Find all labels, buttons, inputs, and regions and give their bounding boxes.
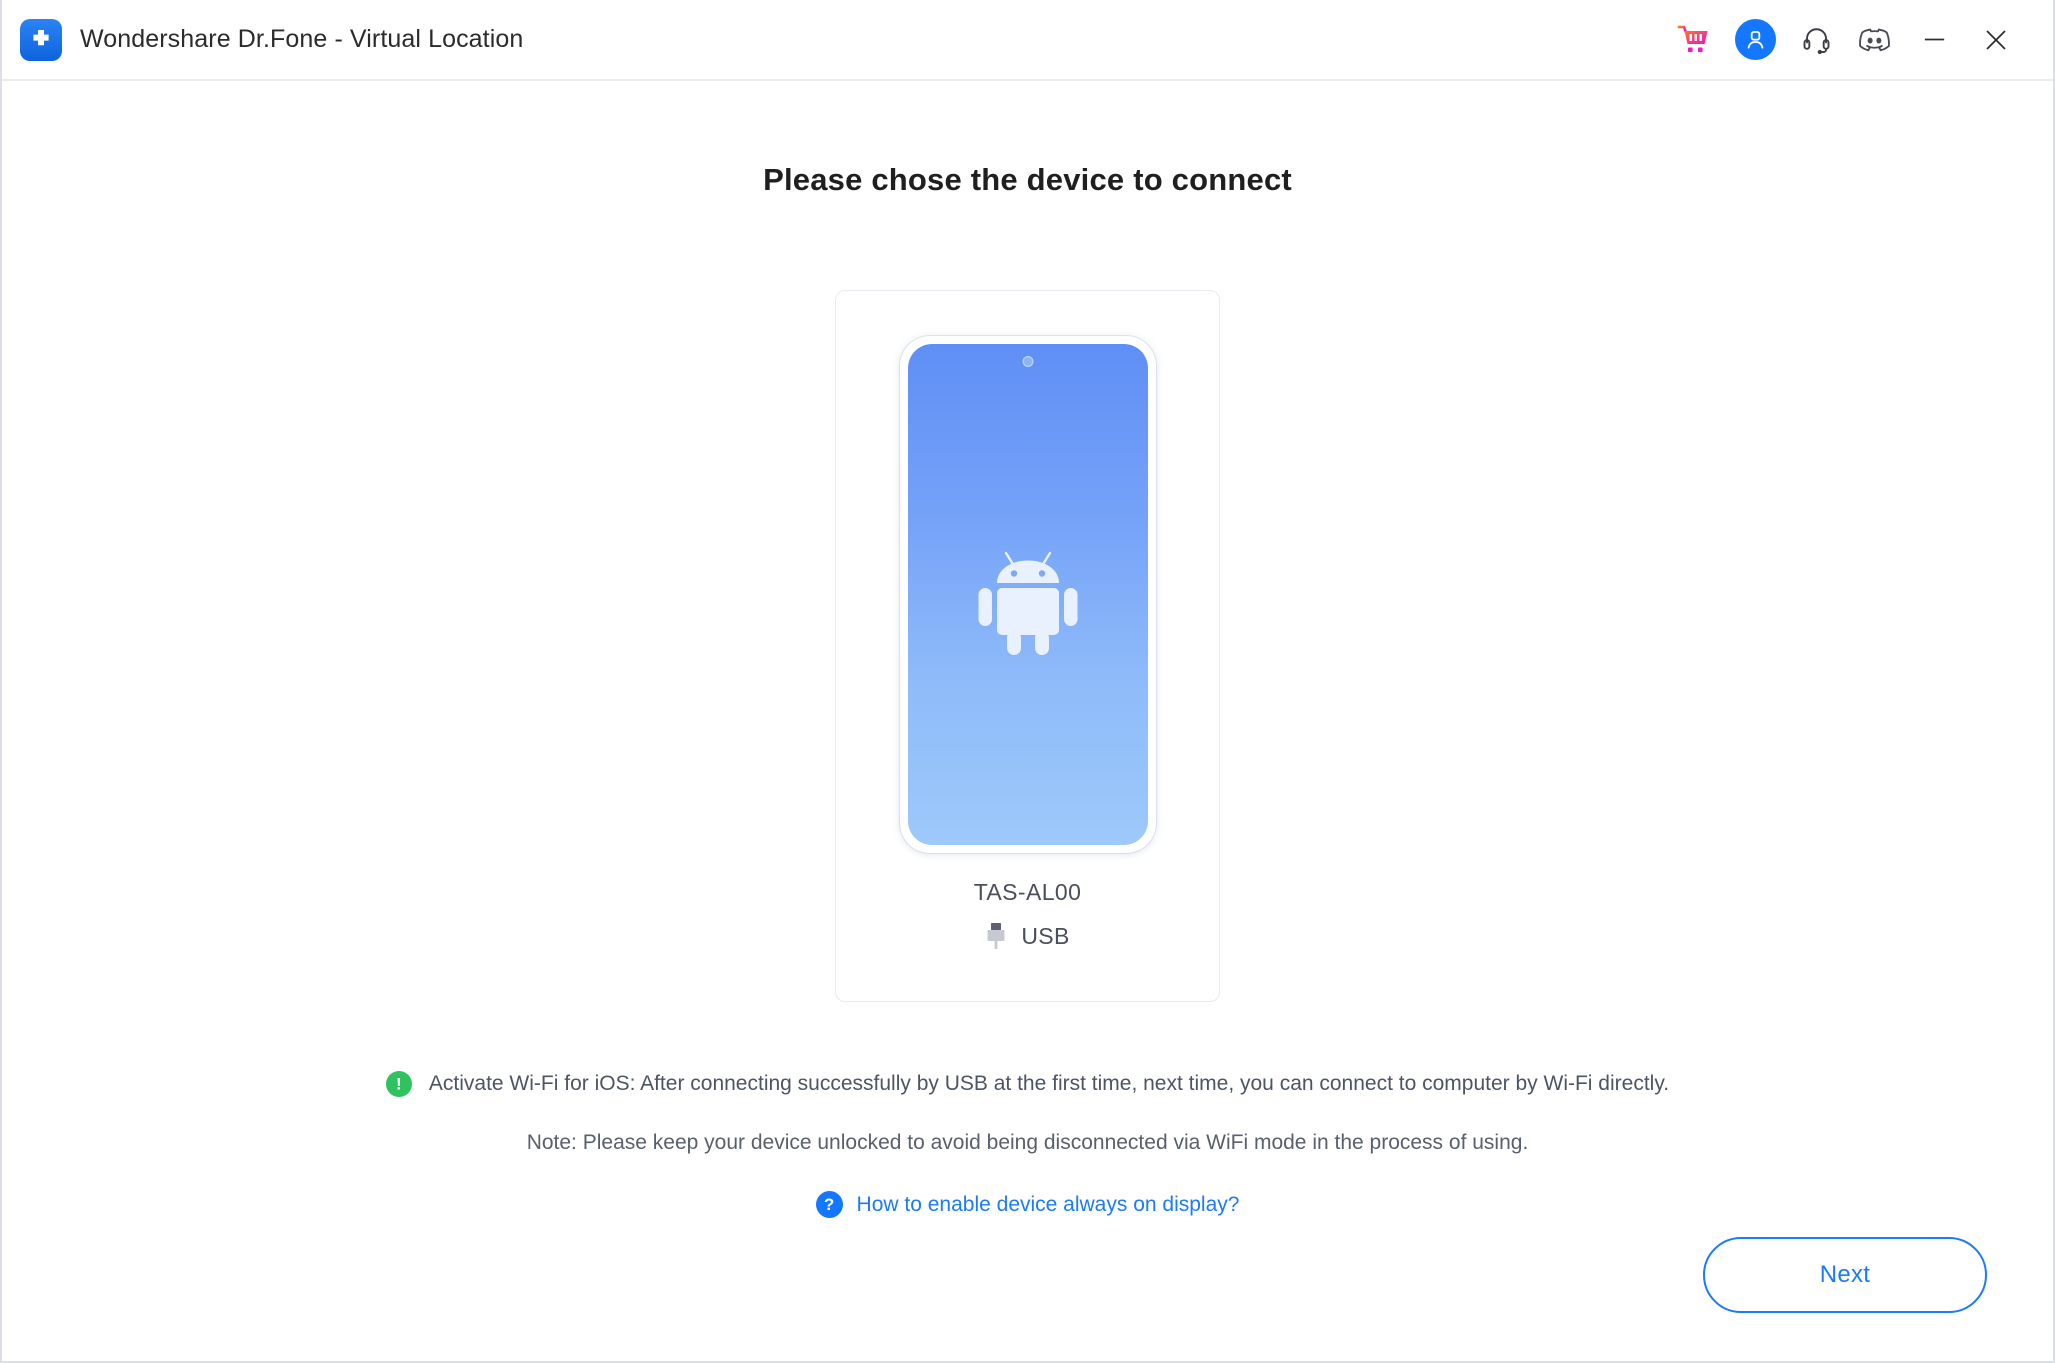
device-connection-label: USB xyxy=(1021,922,1070,949)
question-mark-icon: ? xyxy=(815,1191,843,1218)
help-link-text[interactable]: How to enable device always on display? xyxy=(857,1193,1240,1217)
title-bar: Wondershare Dr.Fone - Virtual Location xyxy=(2,0,2053,81)
phone-screen xyxy=(907,344,1148,845)
notice-block: ! Activate Wi-Fi for iOS: After connecti… xyxy=(2,1071,2053,1218)
close-icon[interactable] xyxy=(1965,0,2027,80)
minimize-icon[interactable] xyxy=(1903,0,1965,80)
dr-fone-cross-logo-icon xyxy=(20,18,62,61)
next-button[interactable]: Next xyxy=(1703,1237,1987,1313)
footer: Next xyxy=(1703,1237,1987,1313)
exclamation-glyph: ! xyxy=(396,1074,402,1093)
usb-plug-icon xyxy=(987,923,1005,949)
user-account-icon[interactable] xyxy=(1723,0,1787,80)
discord-icon[interactable] xyxy=(1845,0,1903,80)
phone-mockup xyxy=(899,336,1156,853)
headset-support-icon[interactable] xyxy=(1787,0,1845,80)
device-card[interactable]: TAS-AL00 USB xyxy=(835,290,1220,1002)
exclamation-icon: ! xyxy=(385,1071,412,1097)
device-connection: USB xyxy=(985,922,1069,950)
titlebar-actions xyxy=(1665,0,2053,79)
question-glyph: ? xyxy=(823,1195,835,1214)
phone-camera-dot xyxy=(1022,356,1033,367)
device-name: TAS-AL00 xyxy=(973,879,1082,905)
avatar xyxy=(1734,19,1776,60)
page-title: Please chose the device to connect xyxy=(763,162,1292,197)
wifi-notice-text: Activate Wi-Fi for iOS: After connecting… xyxy=(428,1072,1670,1095)
app-window: Wondershare Dr.Fone - Virtual Location P… xyxy=(0,0,2055,1363)
wifi-notice: ! Activate Wi-Fi for iOS: After connecti… xyxy=(385,1071,1670,1097)
note-text: Note: Please keep your device unlocked t… xyxy=(526,1131,1529,1154)
help-link[interactable]: ? How to enable device always on display… xyxy=(815,1191,1240,1218)
shopping-cart-icon[interactable] xyxy=(1665,0,1723,80)
android-robot-icon xyxy=(978,551,1077,655)
app-title: Wondershare Dr.Fone - Virtual Location xyxy=(80,25,524,53)
main-content: Please chose the device to connect TAS-A… xyxy=(2,81,2053,1361)
